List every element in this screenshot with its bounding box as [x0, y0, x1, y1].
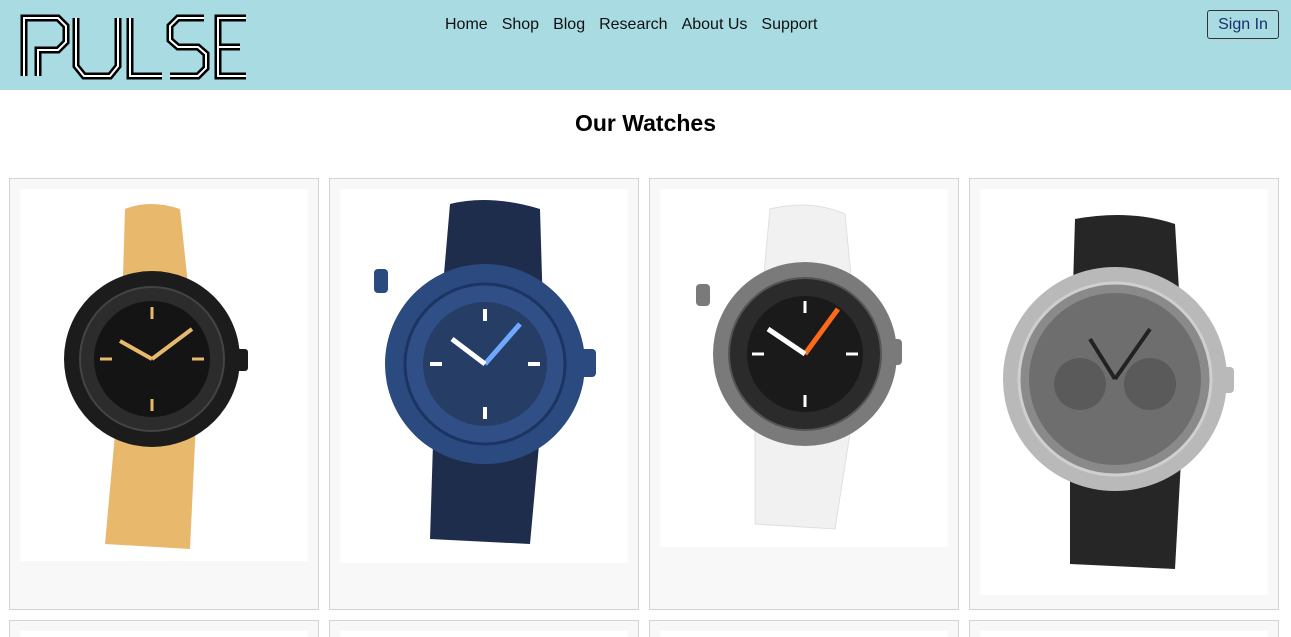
product-image[interactable]	[660, 189, 948, 547]
product-image[interactable]	[980, 631, 1268, 637]
product-image[interactable]	[340, 189, 628, 563]
sign-in-button[interactable]: Sign In	[1207, 10, 1279, 39]
nav-research[interactable]: Research	[592, 14, 674, 36]
nav-support[interactable]: Support	[754, 14, 824, 36]
product-card[interactable]	[329, 620, 639, 637]
main-nav: Home Shop Blog Research About Us Support	[438, 14, 824, 36]
product-image[interactable]	[660, 631, 948, 637]
product-image[interactable]	[20, 189, 308, 561]
product-card[interactable]	[649, 178, 959, 610]
nav-shop[interactable]: Shop	[495, 14, 546, 36]
nav-blog[interactable]: Blog	[546, 14, 592, 36]
product-image[interactable]	[980, 189, 1268, 595]
nav-home[interactable]: Home	[438, 14, 495, 36]
product-card[interactable]	[969, 178, 1279, 610]
product-card[interactable]	[9, 620, 319, 637]
page-title: Our Watches	[574, 110, 716, 136]
product-card[interactable]	[329, 178, 639, 610]
site-header: Home Shop Blog Research About Us Support…	[0, 0, 1291, 90]
product-card[interactable]	[969, 620, 1279, 637]
pulse-logo[interactable]	[18, 10, 254, 84]
product-card[interactable]	[649, 620, 959, 637]
product-image[interactable]	[20, 631, 308, 637]
product-card[interactable]	[9, 178, 319, 610]
nav-about-us[interactable]: About Us	[675, 14, 755, 36]
product-image[interactable]	[340, 631, 628, 637]
